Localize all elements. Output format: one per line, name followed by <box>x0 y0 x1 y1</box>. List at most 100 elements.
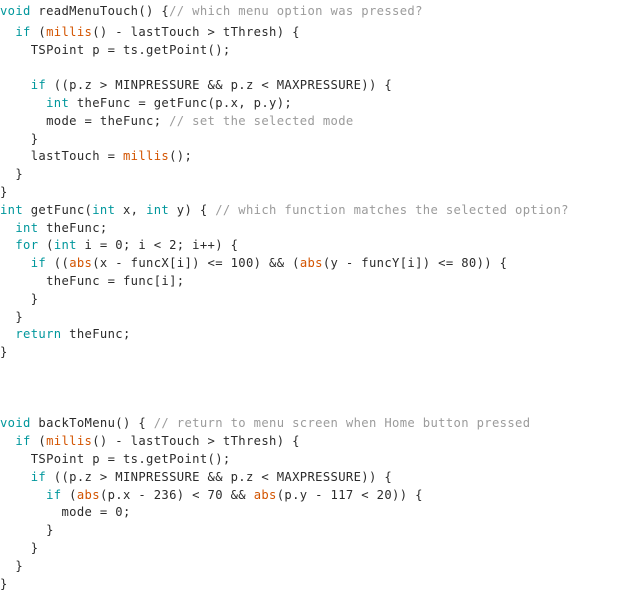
code-token-kw: void <box>0 4 31 18</box>
code-token-plain: } <box>0 309 24 324</box>
code-token-plain: theFunc = func[i]; <box>0 273 185 288</box>
code-token-kw: int <box>15 220 39 235</box>
code-token-plain: ( <box>30 24 47 39</box>
code-token-fn: abs <box>69 256 93 271</box>
code-line: if (abs(p.x - 236) < 70 && abs(p.y - 117… <box>0 487 632 505</box>
code-token-comment: // which menu option was pressed? <box>169 4 423 18</box>
code-token-plain: TSPoint p = ts.getPoint(); <box>0 451 231 466</box>
code-token-kw: if <box>30 256 47 271</box>
code-token-plain: (p.y - 117 < 20)) { <box>276 487 423 502</box>
code-line: theFunc = func[i]; <box>0 273 632 291</box>
code-token-fn: abs <box>253 487 277 502</box>
code-listing[interactable]: void readMenuTouch() {// which menu opti… <box>0 0 632 600</box>
code-token-plain: getFunc( <box>23 202 93 217</box>
code-token-plain: ((p.z > MINPRESSURE && p.z < MAXPRESSURE… <box>46 78 393 93</box>
code-line: for (int i = 0; i < 2; i++) { <box>0 237 632 255</box>
code-token-plain: theFunc = getFunc(p.x, p.y); <box>69 95 293 110</box>
code-token-plain: } <box>0 576 8 591</box>
code-token-kw: if <box>15 24 31 39</box>
code-token-kw: return <box>15 327 62 342</box>
code-line: } <box>0 576 632 594</box>
code-token-kw: int <box>146 202 170 217</box>
code-token-plain: (y - funcY[i]) <= 80)) { <box>322 256 508 271</box>
code-token-plain: (); <box>169 149 193 164</box>
code-line: } <box>0 291 632 309</box>
code-line: } <box>0 131 632 149</box>
code-token-kw: int <box>46 95 70 110</box>
code-token-fn: millis <box>46 434 93 449</box>
code-token-kw: void <box>0 416 31 431</box>
code-line: if (millis() - lastTouch > tThresh) { <box>0 24 632 42</box>
code-token-plain: lastTouch = <box>0 149 123 164</box>
code-line: void readMenuTouch() {// which menu opti… <box>0 0 632 24</box>
code-token-plain: mode = theFunc; <box>0 113 170 128</box>
code-token-plain: (x - funcX[i]) <= 100) && ( <box>92 256 300 271</box>
code-token-plain: (p.x - 236) < 70 && <box>99 487 254 502</box>
code-line: mode = 0; <box>0 504 632 522</box>
code-line: } <box>0 309 632 327</box>
code-token-plain: } <box>0 167 24 182</box>
code-token-comment: // set the selected mode <box>169 113 354 128</box>
code-line: int getFunc(int x, int y) { // which fun… <box>0 202 632 220</box>
code-line: } <box>0 522 632 540</box>
code-line: if ((abs(x - funcX[i]) <= 100) && (abs(y… <box>0 255 632 273</box>
code-token-plain: TSPoint p = ts.getPoint(); <box>0 42 231 57</box>
code-token-plain: i = 0; i < 2; i++) { <box>76 238 239 253</box>
code-token-fn: abs <box>76 487 100 502</box>
code-token-kw: int <box>0 202 24 217</box>
code-token-plain: x, <box>115 202 147 217</box>
code-token-plain: ( <box>30 434 47 449</box>
code-line: int theFunc; <box>0 220 632 238</box>
code-body[interactable]: void readMenuTouch() {// which menu opti… <box>0 0 632 593</box>
code-line: TSPoint p = ts.getPoint(); <box>0 42 632 60</box>
code-token-plain: theFunc; <box>38 220 108 235</box>
code-line: if ((p.z > MINPRESSURE && p.z < MAXPRESS… <box>0 77 632 95</box>
code-token-plain: } <box>0 558 24 573</box>
code-line: } <box>0 558 632 576</box>
code-token-plain: } <box>0 291 39 306</box>
code-line: lastTouch = millis(); <box>0 148 632 166</box>
code-token-kw: for <box>15 238 39 253</box>
code-token-plain: mode = 0; <box>0 505 131 520</box>
code-token-kw: if <box>46 487 62 502</box>
code-line: mode = theFunc; // set the selected mode <box>0 113 632 131</box>
code-token-plain: ((p.z > MINPRESSURE && p.z < MAXPRESSURE… <box>46 469 393 484</box>
code-token-plain: readMenuTouch() { <box>30 4 170 18</box>
code-token-plain: } <box>0 523 54 538</box>
code-line: if ((p.z > MINPRESSURE && p.z < MAXPRESS… <box>0 469 632 487</box>
code-token-plain: () - lastTouch > tThresh) { <box>92 434 300 449</box>
code-token-plain: } <box>0 345 8 360</box>
code-token-kw: if <box>15 434 31 449</box>
code-token-plain: ( <box>61 487 77 502</box>
code-line: TSPoint p = ts.getPoint(); <box>0 451 632 469</box>
code-line: if (millis() - lastTouch > tThresh) { <box>0 433 632 451</box>
code-token-plain: (( <box>46 256 70 271</box>
code-line: int theFunc = getFunc(p.x, p.y); <box>0 95 632 113</box>
code-token-plain: theFunc; <box>61 327 131 342</box>
code-line: } <box>0 184 632 202</box>
code-token-comment: // which function matches the selected o… <box>215 202 569 217</box>
code-token-plain: () - lastTouch > tThresh) { <box>92 24 300 39</box>
code-line: } <box>0 166 632 184</box>
code-token-kw: int <box>92 202 116 217</box>
code-token-fn: millis <box>123 149 170 164</box>
code-token-plain: } <box>0 184 8 199</box>
code-token-plain: y) { <box>169 202 216 217</box>
code-token-fn: millis <box>46 24 93 39</box>
code-line: void backToMenu() { // return to menu sc… <box>0 415 632 433</box>
code-token-plain: } <box>0 540 39 555</box>
code-line: } <box>0 540 632 558</box>
